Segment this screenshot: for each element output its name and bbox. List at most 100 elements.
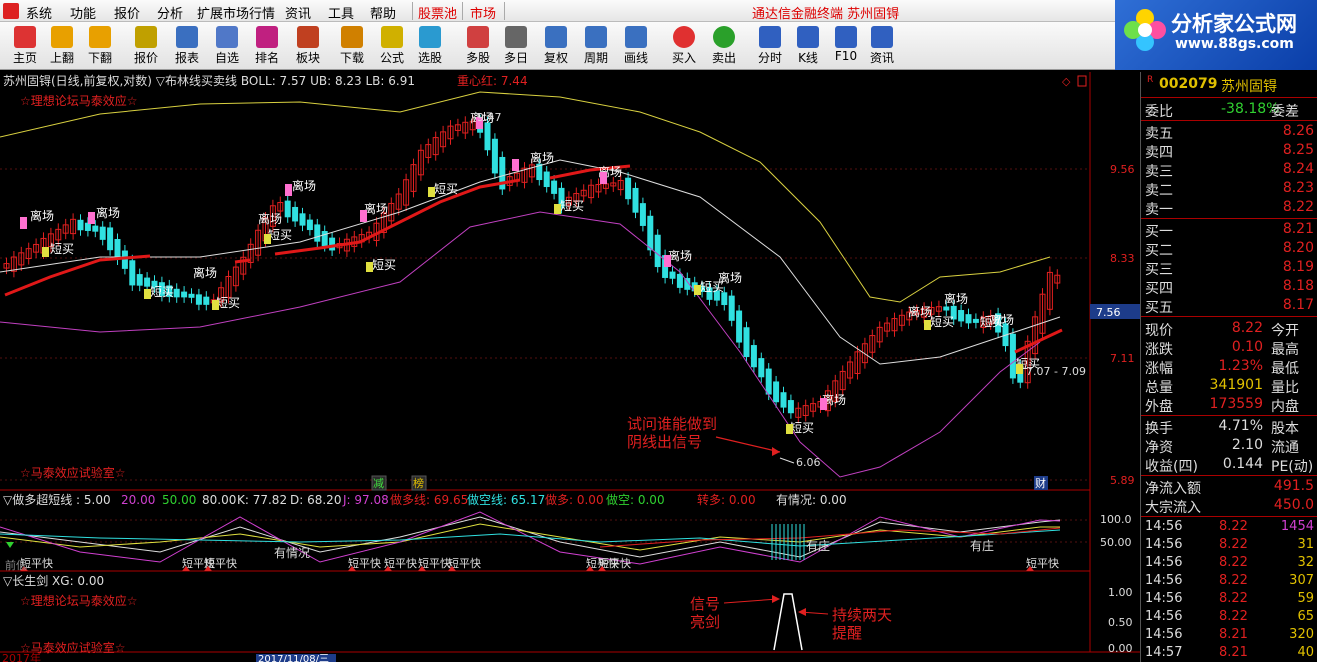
kline-chart-area[interactable]: 离场离场离场离场离场离场离场离场离场离场离场离场离场离场离场短买短买短买短买短买… <box>0 72 1140 662</box>
menu-quote[interactable]: 报价 <box>114 3 140 22</box>
svg-text:离场: 离场 <box>944 291 968 306</box>
toolbar-multi-stock-button[interactable]: 多股 <box>459 24 497 68</box>
svg-text:D: 68.20: D: 68.20 <box>290 493 341 507</box>
watermark-top: ☆理想论坛马泰效应☆ <box>20 93 138 108</box>
menu-analysis[interactable]: 分析 <box>157 3 183 22</box>
toolbar-news-button[interactable]: 资讯 <box>863 24 901 68</box>
toolbar-select-button[interactable]: 选股 <box>411 24 449 68</box>
stat-row-1-value: 0.10 <box>1231 339 1263 355</box>
flower-logo-icon <box>1124 9 1166 51</box>
svg-text:短买: 短买 <box>268 228 292 242</box>
sell-3-row: 卖三 8.24 <box>1141 160 1317 180</box>
hold-note-line2: 提醒 <box>832 624 862 642</box>
tick-price: 8.22 <box>1219 519 1248 534</box>
toolbar-label: 周期 <box>583 51 608 65</box>
toolbar-buy-button[interactable]: 买入 <box>665 24 703 68</box>
toolbar-label: F10 <box>834 49 858 63</box>
toolbar-label: 选股 <box>417 51 442 65</box>
sell-4-row-label: 卖四 <box>1145 145 1173 161</box>
indicator1-param-20: 20.00 <box>121 493 155 507</box>
menu-extended-market[interactable]: 扩展市场行情 <box>197 3 275 22</box>
toolbar-draw-button[interactable]: 画线 <box>617 24 655 68</box>
price-axis-7-11: 7.11 <box>1110 352 1135 365</box>
promo-banner[interactable]: 分析家公式网 www.88gs.com <box>1115 0 1317 70</box>
bang-marker: 榜 <box>413 476 424 490</box>
toolbar-intraday-button[interactable]: 分时 <box>751 24 789 68</box>
toolbar-label: 卖出 <box>711 51 736 65</box>
cai-marker: 财 <box>1035 476 1046 490</box>
buy-3-row: 买三 8.19 <box>1141 258 1317 278</box>
toolbar-label: 公式 <box>379 51 404 65</box>
menu-function[interactable]: 功能 <box>70 3 96 22</box>
menu-market[interactable]: 市场 <box>470 3 496 22</box>
sell-3-row-value: 8.24 <box>1282 161 1314 177</box>
stat-row-1-label: 涨跌 <box>1145 342 1173 358</box>
menu-system[interactable]: 系统 <box>26 3 52 22</box>
window-title: 通达信金融终端 苏州固锝 <box>752 7 900 22</box>
stat-row-0-value: 8.22 <box>1231 320 1263 336</box>
tick-price: 8.22 <box>1219 555 1248 570</box>
svg-text:短买: 短买 <box>980 315 1004 329</box>
menu-stock-pool[interactable]: 股票池 <box>418 3 457 22</box>
f8-icon <box>585 26 607 48</box>
app-logo-icon <box>3 3 19 19</box>
stat-row-4: 外盘 173559 内盘 <box>1141 395 1317 415</box>
menu-tools[interactable]: 工具 <box>328 3 354 22</box>
stat2-row-1-label: 净资 <box>1145 440 1173 456</box>
sell-5-row-label: 卖五 <box>1145 126 1173 142</box>
toolbar-clock-button[interactable]: 多日 <box>497 24 535 68</box>
tick-row: 14:56 8.22 59 <box>1141 590 1317 609</box>
annotation-line1: 试问谁能做到 <box>627 415 717 433</box>
toolbar-label: 下翻 <box>87 51 112 65</box>
toolbar-f8-button[interactable]: 周期 <box>577 24 615 68</box>
formula-icon <box>381 26 403 48</box>
toolbar-down-arrow-button[interactable]: 下翻 <box>81 24 119 68</box>
buy-4-row-label: 买四 <box>1145 281 1173 297</box>
ratio-row: 委比 -38.18% 委差 <box>1141 100 1317 120</box>
toolbar-home-button[interactable]: 主页 <box>6 24 44 68</box>
tick-row: 14:56 8.22 307 <box>1141 572 1317 591</box>
svg-text:短买: 短买 <box>372 258 396 272</box>
flow-row-1-label: 大宗流入 <box>1145 500 1201 516</box>
toolbar-f6-button[interactable]: 自选 <box>208 24 246 68</box>
stat2-row-2-value: 0.144 <box>1222 456 1263 472</box>
current-price-tag: 7.56 <box>1096 306 1121 319</box>
toolbar-download-button[interactable]: 下载 <box>333 24 371 68</box>
stat-row-1: 涨跌 0.10 最高 <box>1141 338 1317 358</box>
toolbar-sell-button[interactable]: 卖出 <box>705 24 743 68</box>
svg-text:短买: 短买 <box>700 280 724 294</box>
stat-row-2: 涨幅 1.23% 最低 <box>1141 357 1317 377</box>
stat2-row-1-value: 2.10 <box>1231 437 1263 453</box>
sell-5-row: 卖五 8.26 <box>1141 122 1317 142</box>
tick-time: 14:56 <box>1145 609 1183 624</box>
menu-help[interactable]: 帮助 <box>370 3 396 22</box>
toolbar-adjust-button[interactable]: 复权 <box>537 24 575 68</box>
toolbar-report-button[interactable]: 报表 <box>168 24 206 68</box>
tick-volume: 320 <box>1289 627 1314 642</box>
jian-marker: 减 <box>373 477 384 490</box>
sell-1-row: 卖一 8.22 <box>1141 198 1317 218</box>
toolbar-up-arrow-button[interactable]: 上翻 <box>43 24 81 68</box>
toolbar-block-button[interactable]: 板块 <box>289 24 327 68</box>
date-axis-cursor: 2017/11/08/三 <box>258 654 329 662</box>
watermark-bottom: ☆马泰效应试验室☆ <box>20 465 126 480</box>
toolbar-f10-button[interactable]: F10 <box>827 24 865 68</box>
toolbar-rank-button[interactable]: 排名 <box>248 24 286 68</box>
svg-text:离场: 离场 <box>668 248 692 263</box>
tick-time: 14:57 <box>1145 645 1183 660</box>
toolbar-kline-button[interactable]: K线 <box>789 24 827 68</box>
svg-text:短买: 短买 <box>150 285 174 299</box>
f6-icon <box>216 26 238 48</box>
svg-text:有情况: 0.00: 有情况: 0.00 <box>776 493 847 507</box>
f10-icon <box>835 26 857 48</box>
buy-4-row: 买四 8.18 <box>1141 277 1317 297</box>
indicator1-name: ▽做多超短线 : 5.00 <box>3 492 111 507</box>
flow-row-0-value: 491.5 <box>1273 478 1314 494</box>
ratio-diff-label: 委差 <box>1271 104 1299 120</box>
stat2-row-2-label: 收益(四) <box>1145 459 1198 475</box>
stat2-row-1: 净资 2.10 流通 <box>1141 436 1317 456</box>
toolbar-price-button[interactable]: 报价 <box>127 24 165 68</box>
menu-news[interactable]: 资讯 <box>285 3 311 22</box>
collapse-icon[interactable]: ◇ <box>1062 75 1071 88</box>
toolbar-formula-button[interactable]: 公式 <box>373 24 411 68</box>
